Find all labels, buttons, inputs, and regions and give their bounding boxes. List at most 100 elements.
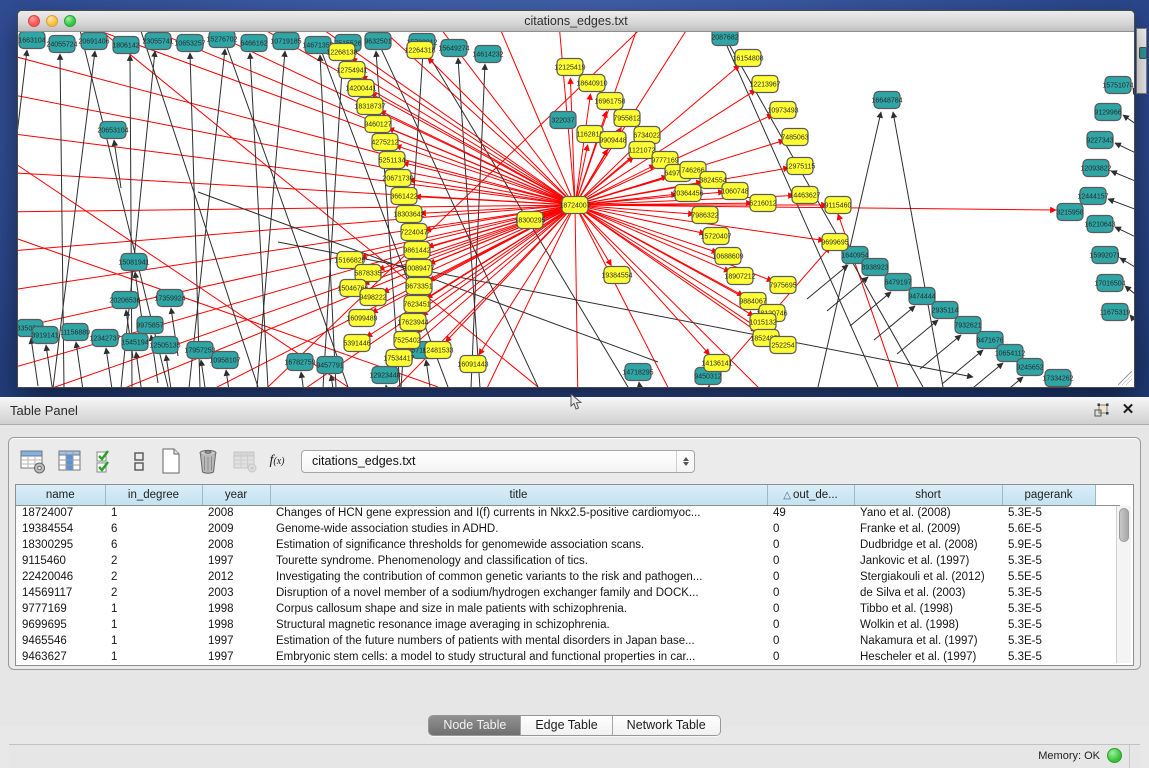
- table-cell[interactable]: 1997: [202, 553, 270, 569]
- table-cell[interactable]: 5.6E-5: [1002, 521, 1095, 537]
- table-row[interactable]: 1456911722003Disruption of a novel membe…: [16, 585, 1120, 601]
- table-cell[interactable]: Estimation of the future numbers of pati…: [270, 633, 767, 649]
- column-header-title[interactable]: title: [270, 485, 767, 505]
- table-cell[interactable]: Yano et al. (2008): [854, 505, 1002, 521]
- table-cell[interactable]: 18300295: [16, 537, 105, 553]
- table-cell[interactable]: 1998: [202, 617, 270, 633]
- citation-edge-black[interactable]: [1108, 199, 1134, 211]
- network-canvas[interactable]: 1663104240557242069140618061422305574110…: [18, 32, 1134, 387]
- table-cell[interactable]: 6: [105, 521, 202, 537]
- column-header-name[interactable]: name: [16, 485, 105, 505]
- table-cell[interactable]: 2008: [202, 537, 270, 553]
- table-cell[interactable]: 9699695: [16, 617, 105, 633]
- table-cell[interactable]: 1: [105, 649, 202, 665]
- table-cell[interactable]: 0: [767, 569, 854, 585]
- citation-edge-black[interactable]: [639, 382, 646, 387]
- column-header-in_degree[interactable]: in_degree: [105, 485, 202, 505]
- table-row[interactable]: 1938455462009Genome-wide association stu…: [16, 521, 1120, 537]
- table-cell[interactable]: 0: [767, 601, 854, 617]
- table-cell[interactable]: 2: [105, 553, 202, 569]
- table-cell[interactable]: 5.3E-5: [1002, 505, 1095, 521]
- table-cell[interactable]: 9465546: [16, 633, 105, 649]
- column-header-year[interactable]: year: [202, 485, 270, 505]
- table-cell[interactable]: Tourette syndrome. Phenomenology and cla…: [270, 553, 767, 569]
- tab-network-table[interactable]: Network Table: [613, 716, 720, 735]
- citation-edge-black[interactable]: [982, 377, 1023, 387]
- table-header-row[interactable]: namein_degreeyeartitle△out_de...shortpag…: [16, 485, 1120, 505]
- table-cell[interactable]: 49: [767, 505, 854, 521]
- table-cell[interactable]: 0: [767, 617, 854, 633]
- citation-edge-black[interactable]: [250, 53, 268, 387]
- table-cell[interactable]: 19384554: [16, 521, 105, 537]
- table-cell[interactable]: 9115460: [16, 553, 105, 569]
- table-scrollbar[interactable]: [1116, 506, 1131, 663]
- show-columns-icon[interactable]: [56, 447, 84, 475]
- table-cell[interactable]: Genome-wide association studies in ADHD.: [270, 521, 767, 537]
- table-cell[interactable]: Nakamura et al. (1997): [854, 633, 1002, 649]
- citation-edge-black[interactable]: [1111, 171, 1134, 183]
- table-cell[interactable]: 1: [105, 633, 202, 649]
- table-cell[interactable]: 0: [767, 537, 854, 553]
- table-cell[interactable]: 1: [105, 601, 202, 617]
- table-cell[interactable]: 5.9E-5: [1002, 537, 1095, 553]
- citation-edge-black[interactable]: [301, 372, 308, 387]
- citation-edge-black[interactable]: [709, 386, 716, 387]
- citation-edge-black[interactable]: [190, 53, 200, 387]
- column-header-pagerank[interactable]: pagerank: [1002, 485, 1095, 505]
- delete-icon[interactable]: [194, 447, 222, 475]
- table-row[interactable]: 2242004622012Investigating the contribut…: [16, 569, 1120, 585]
- citation-edge-red[interactable]: [575, 205, 705, 234]
- table-cell[interactable]: 1998: [202, 601, 270, 617]
- citation-edge-black[interactable]: [850, 292, 891, 326]
- table-cell[interactable]: 1: [105, 505, 202, 521]
- table-cell[interactable]: 5.5E-5: [1002, 569, 1095, 585]
- table-cell[interactable]: Structural magnetic resonance image aver…: [270, 617, 767, 633]
- citation-edge-black[interactable]: [893, 112, 943, 387]
- table-select-dropdown[interactable]: citations_edges.txt: [301, 450, 695, 473]
- table-cell[interactable]: Hescheler et al. (1997): [854, 649, 1002, 665]
- table-cell[interactable]: 22420046: [16, 569, 105, 585]
- citation-edge-black[interactable]: [46, 345, 53, 387]
- table-settings-icon[interactable]: [19, 447, 47, 475]
- select-rows-icon[interactable]: [93, 447, 121, 475]
- table-row[interactable]: 946362711997Embryonic stem cells: a mode…: [16, 649, 1120, 665]
- table-cell[interactable]: 5.3E-5: [1002, 633, 1095, 649]
- table-row[interactable]: 1872400712008Changes of HCN gene express…: [16, 505, 1120, 521]
- table-cell[interactable]: 18724007: [16, 505, 105, 521]
- close-panel-icon[interactable]: ✕: [1119, 403, 1137, 419]
- tab-edge-table[interactable]: Edge Table: [521, 716, 612, 735]
- table-row[interactable]: 1830029562008Estimation of significance …: [16, 537, 1120, 553]
- citation-edge-red[interactable]: [575, 205, 1056, 210]
- citation-edge-black[interactable]: [386, 385, 393, 387]
- table-cell[interactable]: de Silva et al. (2003): [854, 585, 1002, 601]
- citation-edge-red[interactable]: [18, 132, 575, 205]
- citation-edge-black[interactable]: [1115, 143, 1134, 155]
- citation-edge-red[interactable]: [570, 78, 575, 205]
- table-cell[interactable]: 9777169: [16, 601, 105, 617]
- citation-edge-red[interactable]: [18, 205, 575, 212]
- citation-edge-black[interactable]: [962, 363, 1003, 387]
- citation-edge-black[interactable]: [1115, 227, 1134, 239]
- citation-edge-black[interactable]: [201, 360, 208, 387]
- function-builder-icon[interactable]: f(x): [268, 447, 286, 475]
- node-table-grid[interactable]: namein_degreeyeartitle△out_de...shortpag…: [16, 485, 1120, 665]
- table-cell[interactable]: 5.3E-5: [1002, 617, 1095, 633]
- table-scrollbar-thumb[interactable]: [1119, 508, 1129, 542]
- table-cell[interactable]: 2012: [202, 569, 270, 585]
- table-cell[interactable]: 5.3E-5: [1002, 649, 1095, 665]
- table-cell[interactable]: 14569117: [16, 585, 105, 601]
- table-cell[interactable]: 5.3E-5: [1002, 585, 1095, 601]
- float-window-icon[interactable]: [1093, 403, 1111, 419]
- citation-edge-black[interactable]: [1120, 258, 1134, 270]
- table-cell[interactable]: Estimation of significance thresholds fo…: [270, 537, 767, 553]
- window-resize-grip[interactable]: [1118, 371, 1132, 385]
- table-cell[interactable]: Jankovic et al. (1997): [854, 553, 1002, 569]
- table-cell[interactable]: Stergiakouli et al. (2012): [854, 569, 1002, 585]
- new-table-icon[interactable]: [157, 447, 185, 475]
- citation-edge-black[interactable]: [920, 335, 961, 369]
- column-header-out_de[interactable]: △out_de...: [767, 485, 854, 505]
- table-cell[interactable]: 2: [105, 569, 202, 585]
- citation-edge-black[interactable]: [827, 277, 868, 311]
- table-cell[interactable]: 6: [105, 537, 202, 553]
- citation-edge-black[interactable]: [897, 320, 938, 354]
